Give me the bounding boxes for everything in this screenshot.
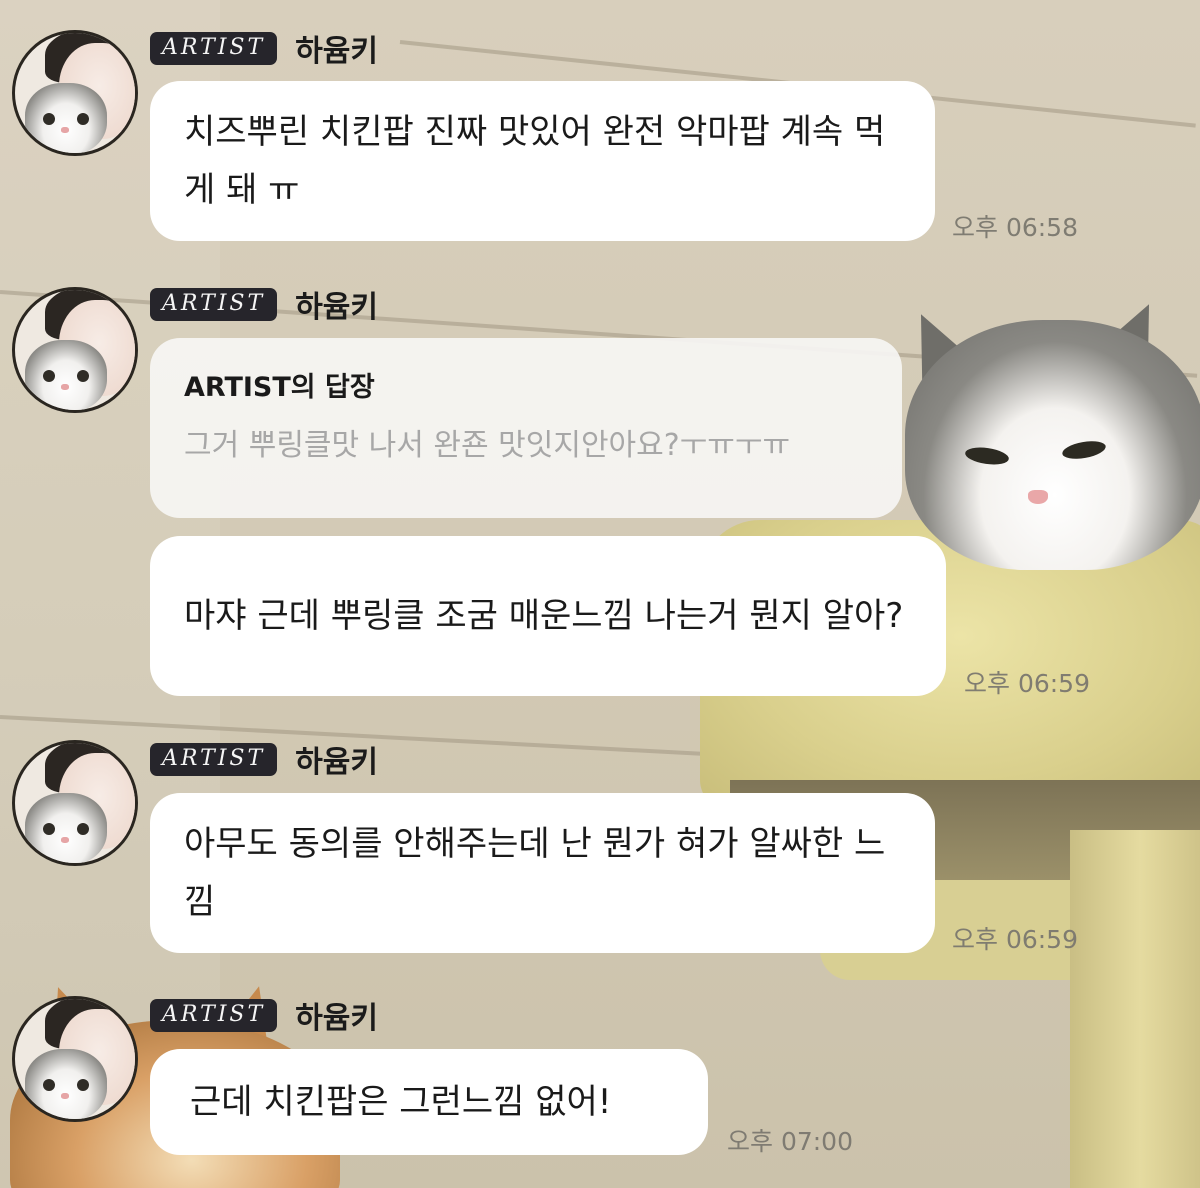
avatar[interactable] bbox=[12, 287, 138, 413]
avatar-cat-eye bbox=[43, 1079, 55, 1091]
chat-thread: ARTIST 하윰키 치즈뿌린 치킨팝 진짜 맛있어 완전 악마팝 계속 먹게 … bbox=[0, 0, 1200, 1188]
avatar[interactable] bbox=[12, 30, 138, 156]
avatar-cat-eye bbox=[43, 370, 55, 382]
sender-name[interactable]: 하윰키 bbox=[295, 993, 378, 1037]
message-text: 치즈뿌린 치킨팝 진짜 맛있어 완전 악마팝 계속 먹게 돼 ㅠ bbox=[184, 112, 886, 210]
avatar-cat bbox=[25, 793, 107, 863]
message-bubble[interactable]: 아무도 동의를 안해주는데 난 뭔가 혀가 알싸한 느낌 bbox=[150, 793, 935, 953]
avatar-cat bbox=[25, 1049, 107, 1119]
avatar-cat-nose bbox=[61, 384, 69, 390]
avatar-cat-nose bbox=[61, 127, 69, 133]
message-text: 아무도 동의를 안해주는데 난 뭔가 혀가 알싸한 느낌 bbox=[184, 824, 886, 922]
avatar-cat bbox=[25, 340, 107, 410]
avatar-cat-nose bbox=[61, 1093, 69, 1099]
message-bubble[interactable]: 근데 치킨팝은 그런느낌 없어! bbox=[150, 1049, 708, 1155]
sender-line: ARTIST 하윰키 bbox=[150, 286, 378, 325]
sender-line: ARTIST 하윰키 bbox=[150, 997, 378, 1036]
avatar-cat bbox=[25, 83, 107, 153]
avatar-cat-nose bbox=[61, 837, 69, 843]
message-time: 오후 06:58 bbox=[952, 213, 1078, 242]
avatar-cat-eye bbox=[77, 113, 89, 125]
message-text: 마쟈 근데 뿌링클 조굼 매운느낌 나는거 뭔지 알아? bbox=[184, 596, 904, 636]
avatar[interactable] bbox=[12, 996, 138, 1122]
message-bubble[interactable]: 마쟈 근데 뿌링클 조굼 매운느낌 나는거 뭔지 알아? bbox=[150, 536, 946, 696]
sender-line: ARTIST 하윰키 bbox=[150, 30, 378, 69]
artist-badge: ARTIST bbox=[150, 31, 278, 65]
reply-quote-card[interactable]: ARTIST의 답장 그거 뿌링클맛 나서 완죤 맛잇지안아요?ㅜㅠㅜㅠ bbox=[150, 338, 902, 518]
message-time: 오후 06:59 bbox=[964, 669, 1090, 698]
reply-quoted-text: 그거 뿌링클맛 나서 완죤 맛잇지안아요?ㅜㅠㅜㅠ bbox=[184, 428, 791, 463]
message-time: 오후 07:00 bbox=[727, 1127, 853, 1156]
artist-badge: ARTIST bbox=[150, 998, 278, 1032]
artist-badge: ARTIST bbox=[150, 742, 278, 776]
avatar-cat-eye bbox=[43, 113, 55, 125]
sender-name[interactable]: 하윰키 bbox=[295, 737, 378, 781]
avatar-cat-eye bbox=[77, 1079, 89, 1091]
avatar-cat-eye bbox=[77, 370, 89, 382]
avatar-cat-eye bbox=[43, 823, 55, 835]
artist-badge: ARTIST bbox=[150, 287, 278, 321]
reply-title: ARTIST의 답장 bbox=[184, 372, 375, 403]
message-time: 오후 06:59 bbox=[952, 925, 1078, 954]
message-text: 근데 치킨팝은 그런느낌 없어! bbox=[190, 1082, 612, 1122]
avatar-cat-eye bbox=[77, 823, 89, 835]
message-bubble[interactable]: 치즈뿌린 치킨팝 진짜 맛있어 완전 악마팝 계속 먹게 돼 ㅠ bbox=[150, 81, 935, 241]
sender-line: ARTIST 하윰키 bbox=[150, 741, 378, 780]
sender-name[interactable]: 하윰키 bbox=[295, 282, 378, 326]
avatar[interactable] bbox=[12, 740, 138, 866]
sender-name[interactable]: 하윰키 bbox=[295, 26, 378, 70]
